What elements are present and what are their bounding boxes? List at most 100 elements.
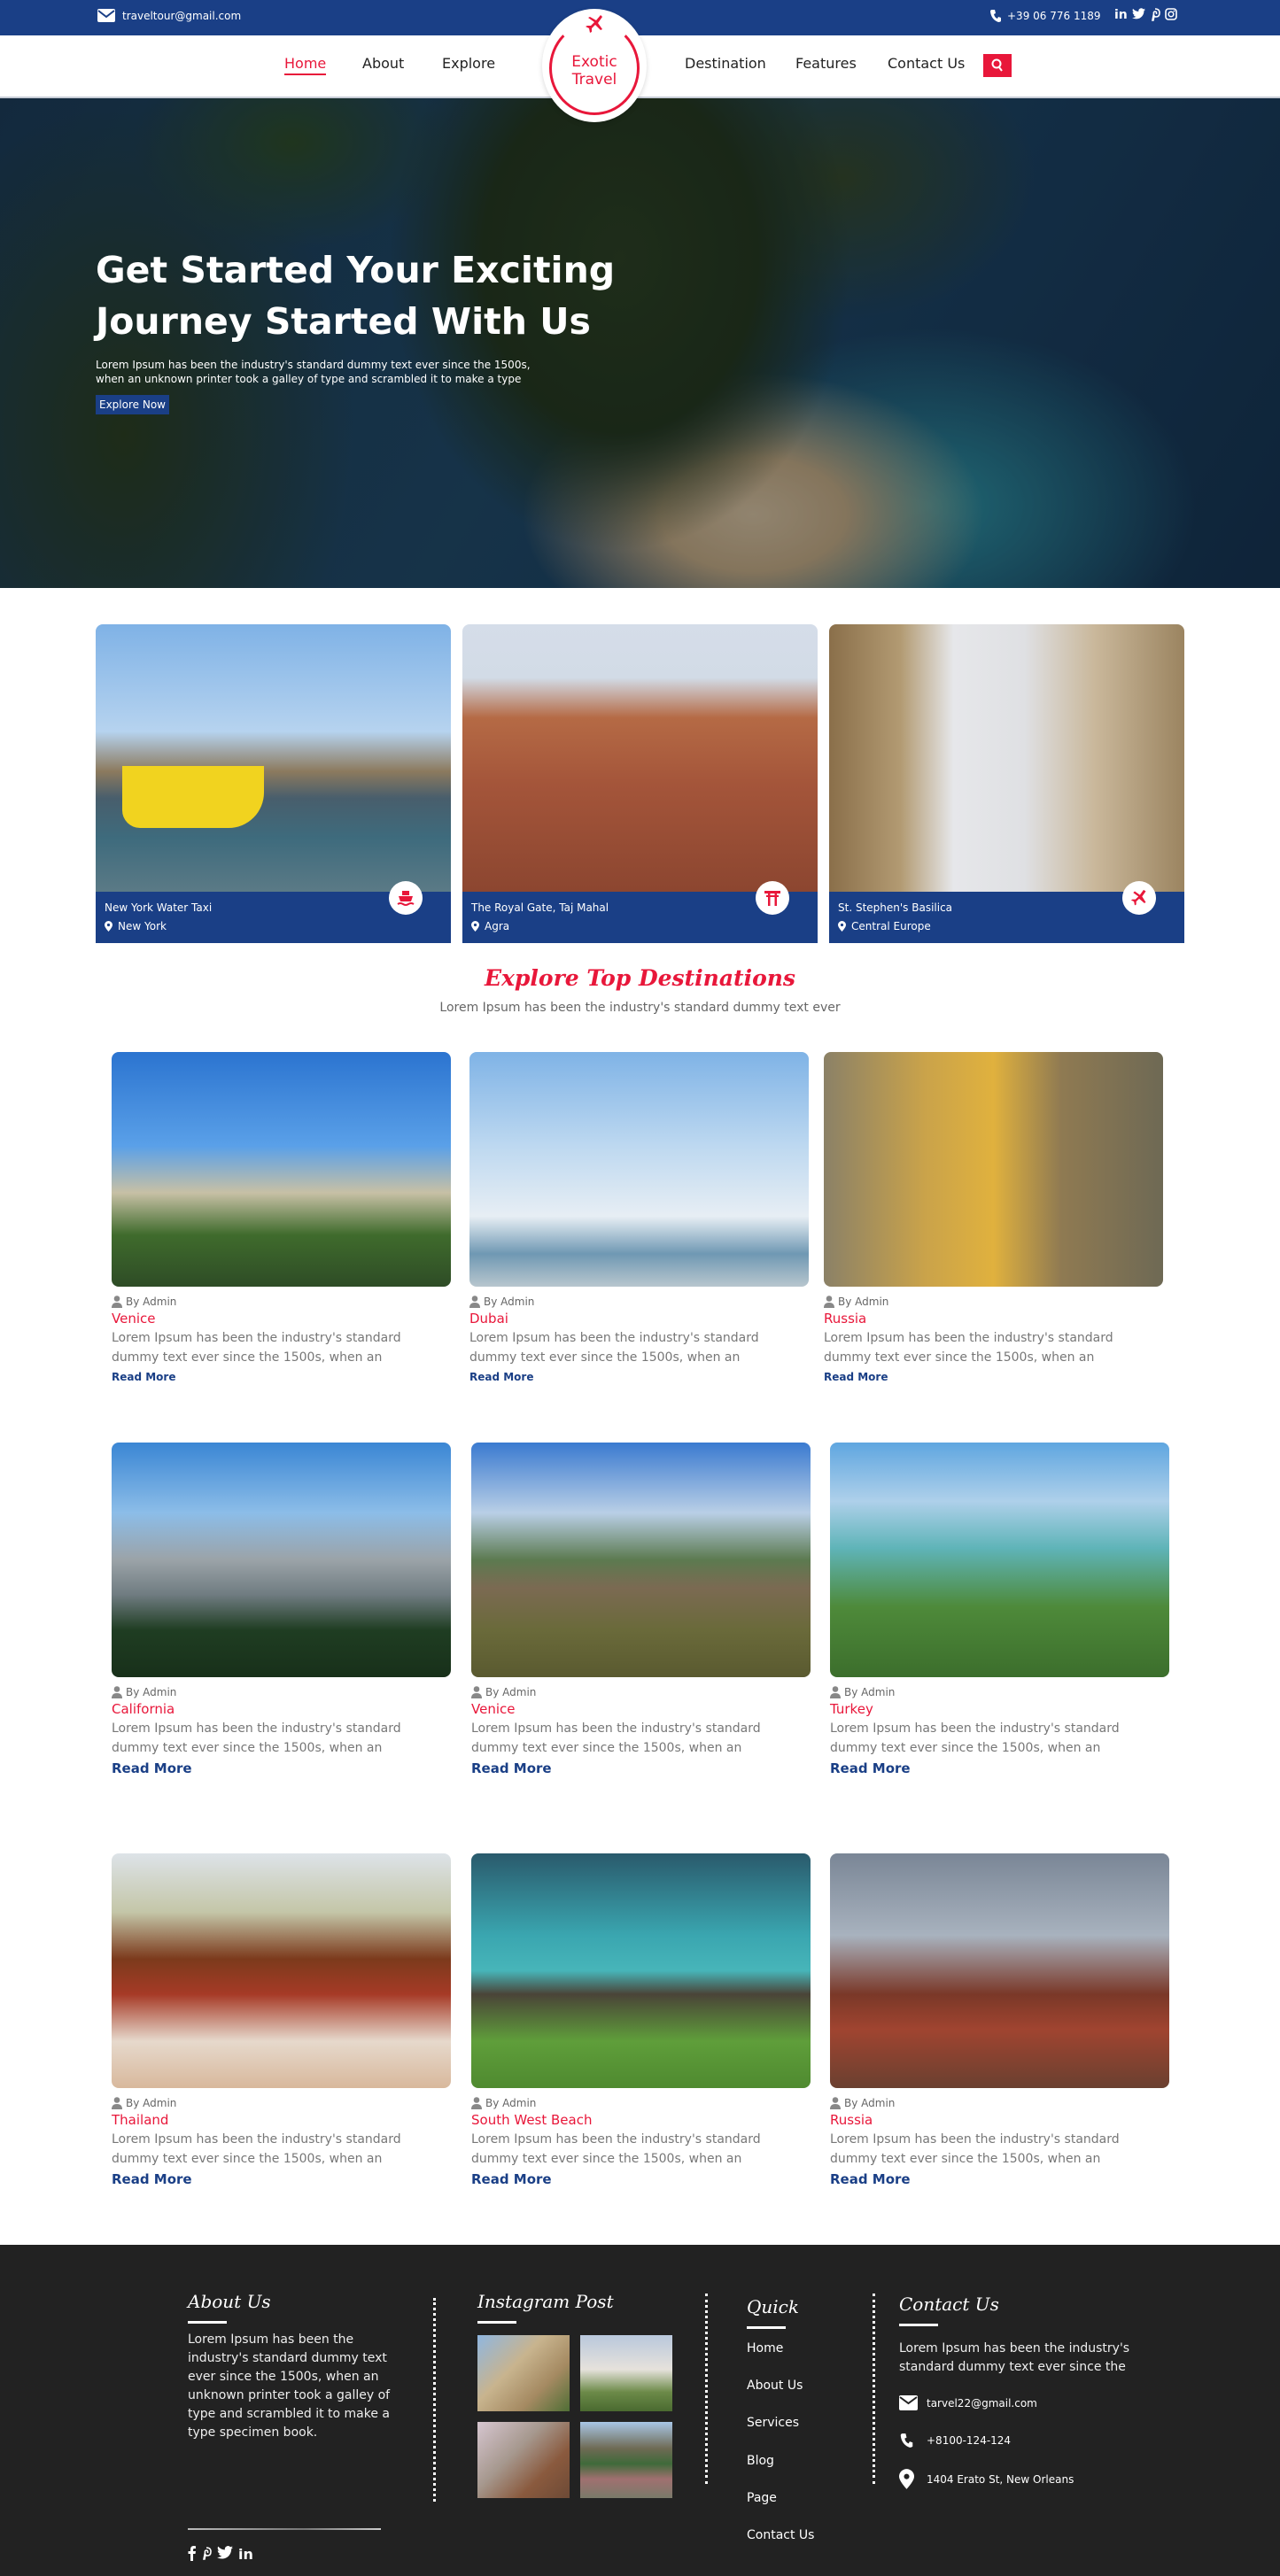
footer-link-page[interactable]: Page — [747, 2491, 777, 2505]
destination-title[interactable]: Russia — [824, 1311, 1163, 1327]
topbar-phone[interactable]: +39 06 776 1189 — [989, 9, 1100, 23]
destination-card[interactable]: By Admin Russia Lorem Ipsum has been the i… — [824, 1052, 1163, 1384]
logo-line1: Exotic — [571, 53, 617, 71]
nav-destination[interactable]: Destination — [685, 55, 766, 72]
read-more-link[interactable]: Read More — [471, 1760, 552, 1776]
read-more-link[interactable]: Read More — [112, 1760, 192, 1776]
read-more-link[interactable]: Read More — [469, 1371, 534, 1383]
destination-card[interactable]: By Admin Thailand Lorem Ipsum has been the… — [112, 1853, 451, 2187]
nav-about[interactable]: About — [362, 55, 404, 72]
nav-explore[interactable]: Explore — [442, 55, 495, 72]
destination-title[interactable]: Thailand — [112, 2112, 451, 2128]
footer-contact-text: Lorem Ipsum has been the industry's stan… — [899, 2341, 1130, 2374]
linkedin-icon[interactable]: in — [238, 2546, 253, 2563]
destination-title[interactable]: California — [112, 1701, 451, 1717]
user-icon — [471, 2097, 482, 2109]
destination-title[interactable]: Turkey — [830, 1701, 1169, 1717]
footer-link-contact-us[interactable]: Contact Us — [747, 2528, 814, 2542]
read-more-link[interactable]: Read More — [112, 1371, 176, 1383]
search-button[interactable] — [983, 54, 1012, 77]
footer-contact-email[interactable]: tarvel22@gmail.com — [899, 2395, 1037, 2410]
facebook-icon[interactable] — [188, 2546, 196, 2561]
nav-contact-us[interactable]: Contact Us — [888, 55, 965, 72]
footer-link-about-us[interactable]: About Us — [747, 2379, 803, 2393]
destination-card[interactable]: By Admin South West Beach Lorem Ipsum has … — [471, 1853, 811, 2187]
destination-title[interactable]: Venice — [471, 1701, 811, 1717]
destination-image[interactable] — [830, 1853, 1169, 2088]
phone-icon — [990, 10, 1001, 22]
instagram-thumb-taj-mahal[interactable] — [580, 2335, 672, 2411]
destination-card[interactable]: By Admin California Lorem Ipsum has been t… — [112, 1443, 451, 1776]
user-icon — [112, 1296, 122, 1308]
instagram-thumb-colosseum[interactable] — [477, 2335, 570, 2411]
site-logo[interactable]: Exotic Travel — [542, 9, 647, 122]
phone-icon — [900, 2433, 913, 2448]
footer-address-text: 1404 Erato St, New Orleans — [927, 2472, 1074, 2486]
footer-about-text: Lorem Ipsum has been the industry's stan… — [188, 2332, 391, 2440]
destination-description: Lorem Ipsum has been the industry's stan… — [471, 2132, 761, 2166]
read-more-link[interactable]: Read More — [112, 2171, 192, 2187]
hero-content: Get Started Your Exciting Journey Starte… — [96, 244, 627, 414]
destination-title[interactable]: Venice — [112, 1311, 451, 1327]
destination-image[interactable] — [112, 1052, 451, 1287]
destination-title[interactable]: Russia — [830, 2112, 1169, 2128]
feature-card[interactable]: The Royal Gate, Taj Mahal Agra — [462, 624, 818, 943]
envelope-icon — [899, 2395, 918, 2410]
destination-image[interactable] — [112, 1853, 451, 2088]
destination-card[interactable]: By Admin Venice Lorem Ipsum has been the i… — [112, 1052, 451, 1384]
map-pin-icon — [471, 921, 479, 932]
nav-home[interactable]: Home — [284, 55, 327, 75]
footer-phone-text: +8100-124-124 — [927, 2434, 1012, 2447]
feature-card[interactable]: New York Water Taxi New York — [96, 624, 451, 943]
read-more-link[interactable]: Read More — [830, 1760, 911, 1776]
footer-contact-phone[interactable]: +8100-124-124 — [899, 2433, 1011, 2448]
topbar-email[interactable]: traveltour@gmail.com — [97, 9, 241, 22]
footer-link-blog[interactable]: Blog — [747, 2454, 774, 2468]
feature-image — [462, 624, 818, 892]
nav-features[interactable]: Features — [795, 55, 857, 72]
pinterest-icon[interactable] — [1150, 8, 1160, 21]
destination-description: Lorem Ipsum has been the industry's stan… — [112, 1331, 401, 1365]
instagram-icon[interactable] — [1164, 8, 1177, 20]
map-pin-icon — [899, 2469, 914, 2489]
explore-now-button[interactable]: Explore Now — [96, 395, 169, 414]
destination-image[interactable] — [469, 1052, 809, 1287]
footer: About Us Lorem Ipsum has been the indust… — [0, 2245, 1280, 2576]
destination-card[interactable]: By Admin Turkey Lorem Ipsum has been the i… — [830, 1443, 1169, 1776]
footer-link-services[interactable]: Services — [747, 2416, 799, 2430]
destination-image[interactable] — [471, 1853, 811, 2088]
destination-card[interactable]: By Admin Russia Lorem Ipsum has been the i… — [830, 1853, 1169, 2187]
plane-icon — [1130, 889, 1146, 906]
top-bar: traveltour@gmail.com +39 06 776 1189 in — [0, 0, 1280, 35]
destination-image[interactable] — [112, 1443, 451, 1677]
feature-badge — [389, 881, 423, 915]
read-more-link[interactable]: Read More — [830, 2171, 911, 2187]
instagram-thumb-louvre[interactable] — [477, 2422, 570, 2498]
instagram-thumb-westminster[interactable] — [580, 2422, 672, 2498]
feature-card[interactable]: St. Stephen's Basilica Central Europe — [829, 624, 1184, 943]
twitter-icon[interactable] — [1131, 8, 1145, 19]
destination-card[interactable]: By Admin Venice Lorem Ipsum has been the i… — [471, 1443, 811, 1776]
destination-image[interactable] — [824, 1052, 1163, 1287]
destination-title[interactable]: South West Beach — [471, 2112, 811, 2128]
feature-name: The Royal Gate, Taj Mahal — [471, 901, 609, 914]
plane-icon — [586, 15, 602, 33]
destination-author: By Admin — [469, 1296, 809, 1308]
footer-link-home[interactable]: Home — [747, 2341, 783, 2356]
feature-name: New York Water Taxi — [105, 901, 213, 914]
read-more-link[interactable]: Read More — [471, 2171, 552, 2187]
user-icon — [824, 1296, 834, 1308]
footer-social-rule — [188, 2528, 381, 2530]
destination-card[interactable]: By Admin Dubai Lorem Ipsum has been the in… — [469, 1052, 809, 1384]
destination-title[interactable]: Dubai — [469, 1311, 809, 1327]
feature-badge — [756, 881, 789, 915]
destination-image[interactable] — [471, 1443, 811, 1677]
read-more-link[interactable]: Read More — [824, 1371, 888, 1383]
topbar-socials: in — [1114, 8, 1177, 22]
feature-location: Agra — [471, 920, 509, 932]
author-text: By Admin — [126, 2097, 177, 2109]
destination-image[interactable] — [830, 1443, 1169, 1677]
pinterest-icon[interactable] — [201, 2546, 212, 2561]
linkedin-icon[interactable]: in — [1114, 8, 1128, 22]
twitter-icon[interactable] — [217, 2546, 233, 2559]
